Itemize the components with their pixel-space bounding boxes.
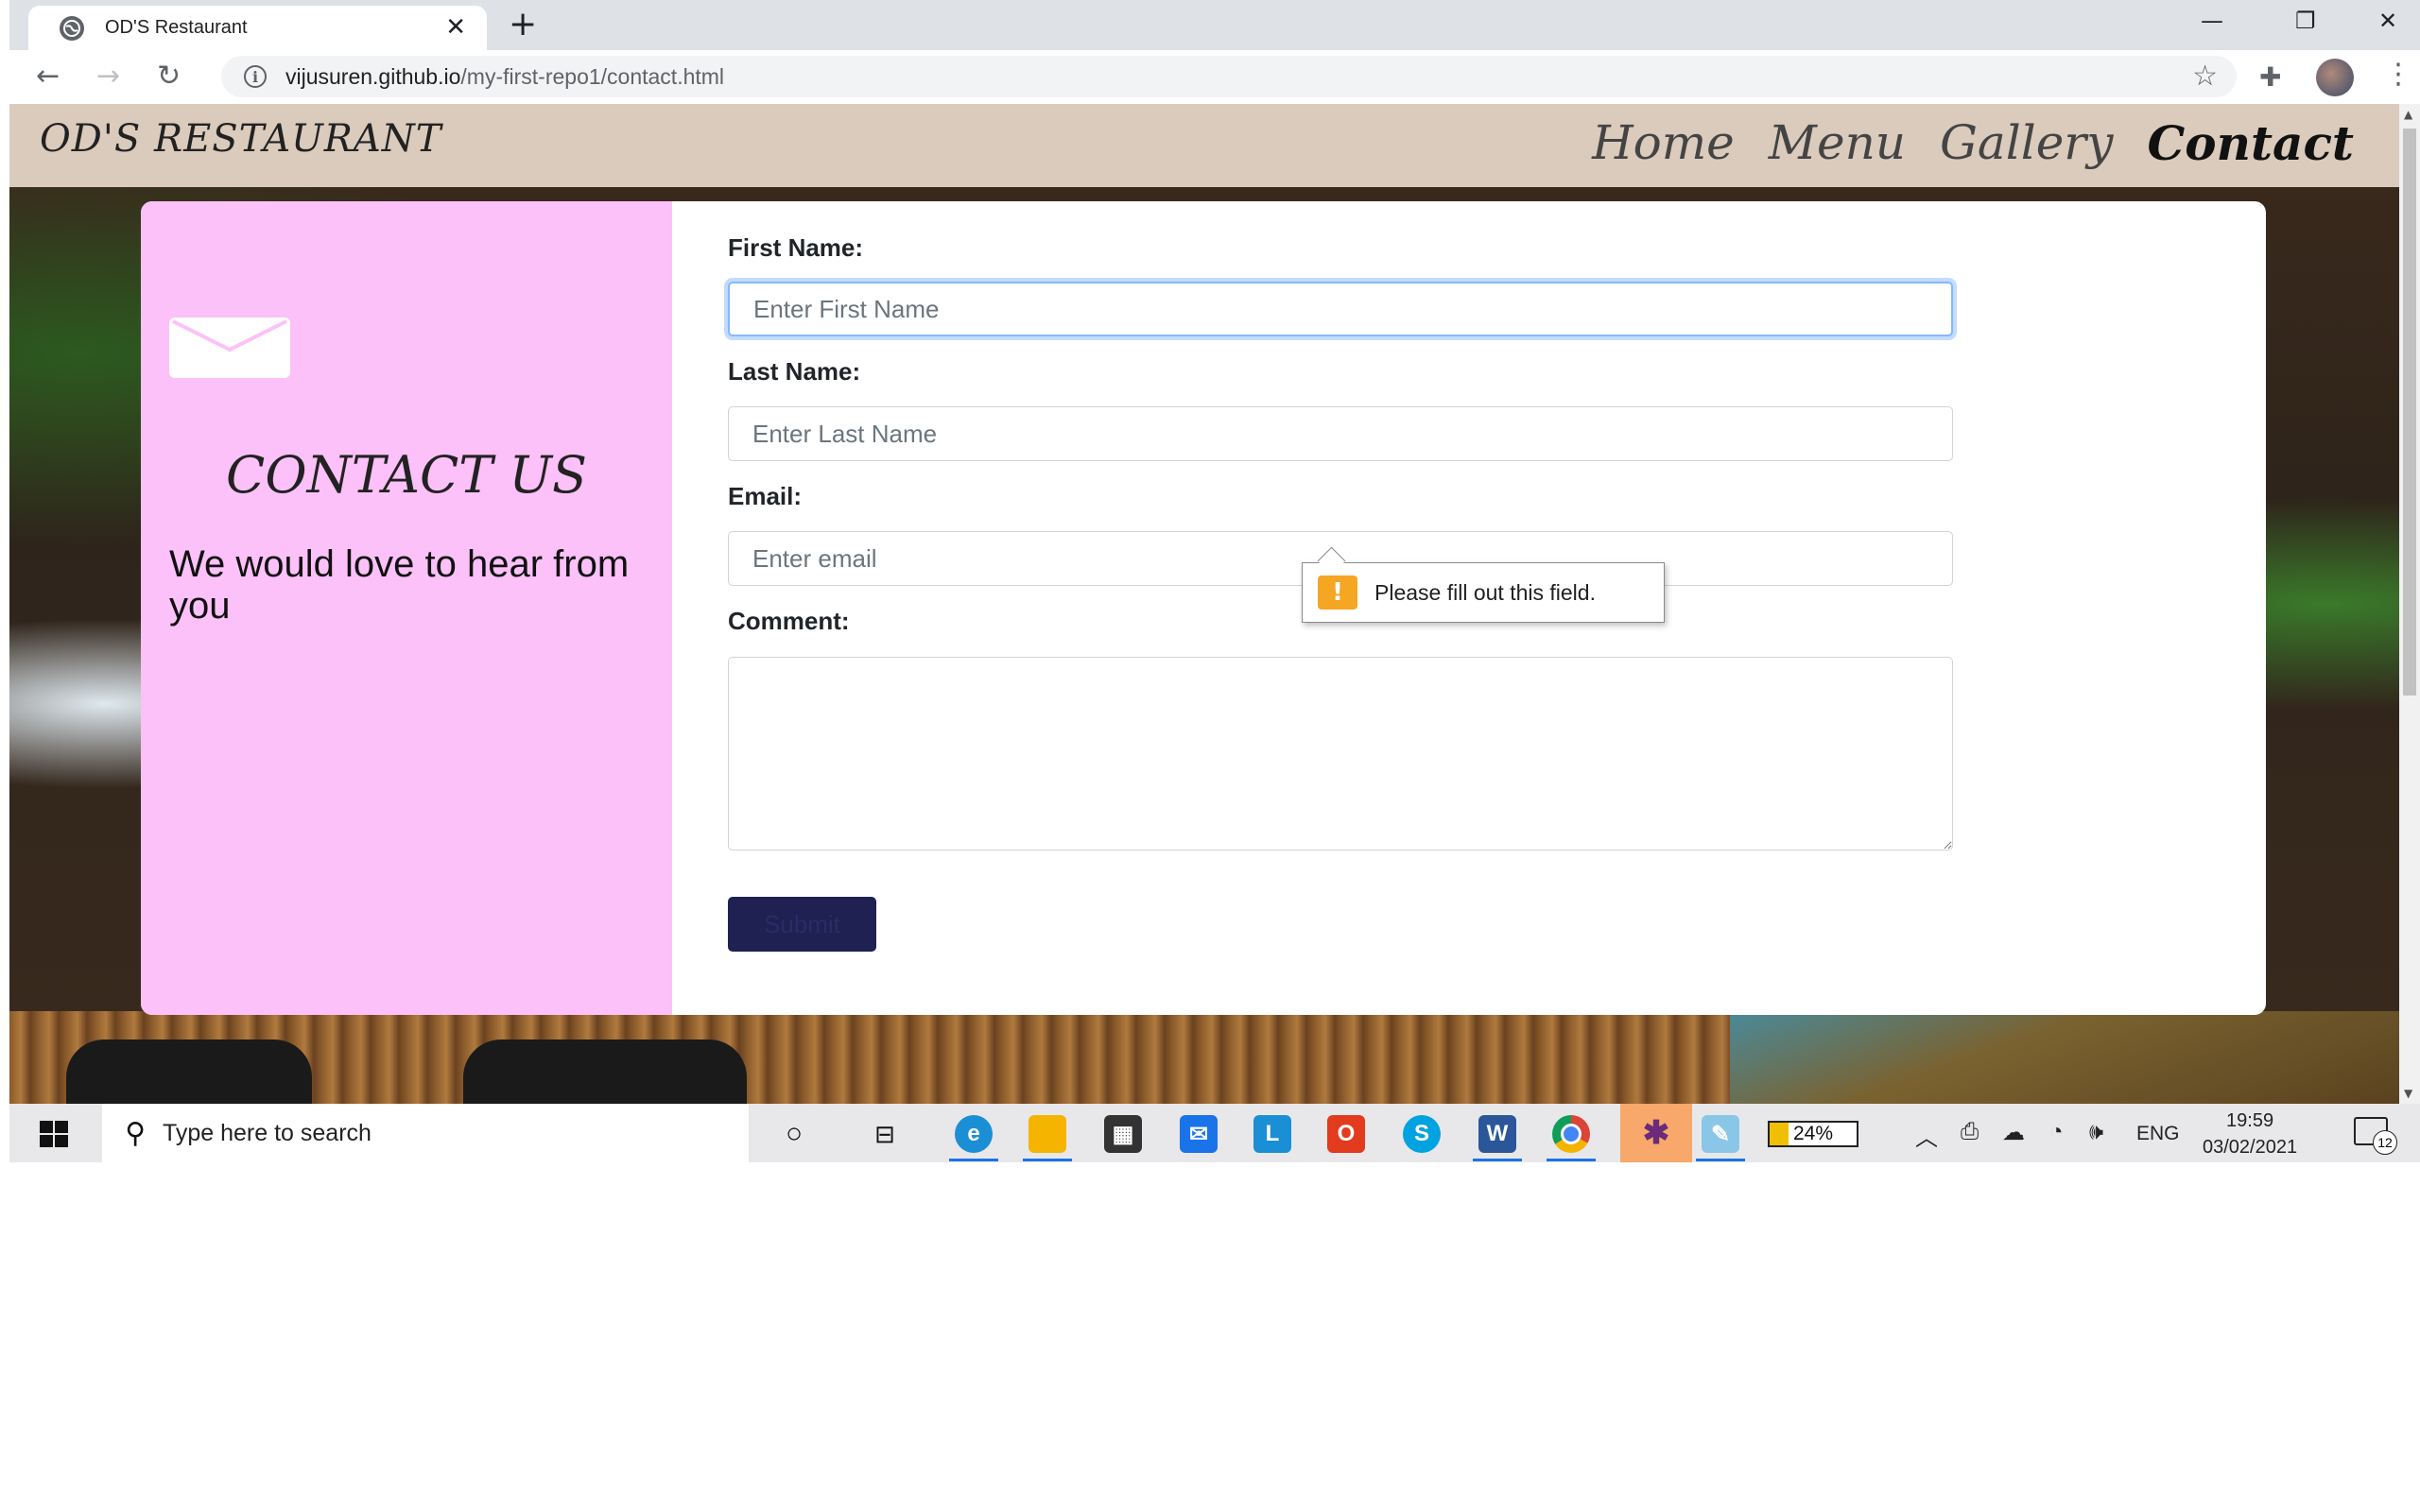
- site-header: OD'S RESTAURANT Home Menu Gallery Contac…: [9, 104, 2399, 187]
- address-bar[interactable]: i vijusuren.github.io/my-first-repo1/con…: [221, 56, 2237, 97]
- word-active-indicator: [1473, 1159, 1522, 1161]
- show-hidden-icons-chevron-icon[interactable]: ︿: [1915, 1119, 1938, 1152]
- clock-date: 03/02/2021: [2203, 1137, 2298, 1158]
- comment-label: Comment:: [728, 607, 850, 635]
- chrome-active-indicator: [1547, 1159, 1596, 1161]
- close-window-button[interactable]: ✕: [2378, 8, 2397, 34]
- comment-textarea[interactable]: [728, 657, 1953, 850]
- edge-active-indicator: [949, 1159, 998, 1161]
- battery-indicator[interactable]: 24%: [1768, 1121, 1858, 1147]
- browser-tab-strip: OD'S Restaurant ✕ + — ❐ ✕: [9, 0, 2420, 50]
- new-tab-button[interactable]: +: [509, 8, 537, 42]
- wifi-icon[interactable]: ◔: [2049, 1119, 2064, 1145]
- nav-menu[interactable]: Menu: [1769, 115, 1906, 171]
- site-nav: Home Menu Gallery Contact: [1592, 115, 2354, 171]
- minimize-button[interactable]: —: [2201, 8, 2223, 34]
- scroll-down-icon[interactable]: ▼: [2404, 1087, 2412, 1100]
- profile-avatar[interactable]: [2316, 59, 2354, 96]
- restore-button[interactable]: ❐: [2295, 8, 2316, 34]
- nav-home[interactable]: Home: [1592, 115, 1735, 171]
- skype-icon[interactable]: S: [1403, 1115, 1441, 1153]
- meet-now-icon[interactable]: ⎙: [1961, 1119, 1979, 1145]
- url-text: vijusuren.github.io/my-first-repo1/conta…: [285, 64, 724, 90]
- language-indicator[interactable]: ENG: [2136, 1123, 2180, 1145]
- search-icon: ⚲: [125, 1116, 146, 1150]
- mail-icon[interactable]: ✉: [1180, 1115, 1218, 1153]
- forward-arrow-icon[interactable]: →: [96, 60, 120, 94]
- windows-start-icon[interactable]: [40, 1121, 68, 1147]
- explorer-active-indicator: [1023, 1159, 1072, 1161]
- taskbar-search-placeholder: Type here to search: [162, 1119, 372, 1146]
- contact-info-panel: CONTACT US We would love to hear from yo…: [141, 201, 672, 1015]
- nav-gallery[interactable]: Gallery: [1940, 115, 2113, 171]
- url-host: vijusuren.github.io: [285, 63, 461, 89]
- tab-title: OD'S Restaurant: [105, 17, 248, 38]
- scroll-up-icon[interactable]: ▲: [2404, 108, 2412, 121]
- edge-icon[interactable]: e: [955, 1115, 993, 1153]
- task-view-icon[interactable]: ⊟: [866, 1115, 904, 1153]
- volume-icon[interactable]: 🕪: [2089, 1119, 2103, 1145]
- onedrive-cloud-icon[interactable]: ☁: [2002, 1119, 2025, 1146]
- contact-title: CONTACT US: [226, 445, 587, 505]
- word-icon[interactable]: W: [1478, 1115, 1516, 1153]
- l-app-icon[interactable]: L: [1253, 1115, 1291, 1153]
- more-menu-icon[interactable]: ⋮: [2384, 58, 2412, 91]
- submit-button[interactable]: Submit: [728, 897, 876, 952]
- paint-active-indicator: [1696, 1159, 1745, 1161]
- notification-count-badge: 12: [2373, 1130, 2397, 1155]
- system-clock[interactable]: 19:59 03/02/2021: [2203, 1108, 2297, 1160]
- background-sofa: [1730, 1011, 2399, 1104]
- store-icon[interactable]: ▦: [1104, 1115, 1142, 1153]
- email-label: Email:: [728, 482, 803, 510]
- warning-icon: !: [1318, 576, 1357, 610]
- validation-message: Please fill out this field.: [1374, 579, 1596, 605]
- file-explorer-icon[interactable]: [1028, 1115, 1066, 1153]
- background-table: [66, 1040, 312, 1104]
- first-name-label: First Name:: [728, 233, 864, 262]
- first-name-input[interactable]: [728, 282, 1953, 336]
- bookmark-star-icon[interactable]: ☆: [2192, 60, 2218, 93]
- slack-icon[interactable]: ✱: [1620, 1104, 1692, 1162]
- windows-taskbar: ⚲ Type here to search ○ ⊟ e ▦ ✉ L O S W …: [9, 1104, 2420, 1162]
- extensions-puzzle-icon[interactable]: ✚: [2259, 61, 2281, 93]
- nav-contact[interactable]: Contact: [2147, 115, 2354, 171]
- contact-card: CONTACT US We would love to hear from yo…: [141, 201, 2266, 1015]
- taskbar-search[interactable]: ⚲ Type here to search: [102, 1104, 749, 1162]
- site-brand[interactable]: OD'S RESTAURANT: [40, 117, 441, 161]
- clock-time: 19:59: [2226, 1110, 2274, 1131]
- close-tab-icon[interactable]: ✕: [445, 15, 466, 40]
- page-scrollbar[interactable]: ▲ ▼: [2399, 104, 2420, 1104]
- envelope-icon: [169, 318, 290, 378]
- last-name-label: Last Name:: [728, 357, 861, 386]
- background-table: [463, 1040, 747, 1104]
- office-icon[interactable]: O: [1327, 1115, 1365, 1153]
- chrome-icon[interactable]: [1552, 1115, 1590, 1153]
- back-arrow-icon[interactable]: ←: [36, 60, 60, 94]
- url-path: /my-first-repo1/contact.html: [460, 63, 725, 89]
- site-info-icon[interactable]: i: [244, 65, 267, 88]
- cortana-icon[interactable]: ○: [775, 1115, 813, 1153]
- battery-percent: 24%: [1792, 1123, 1834, 1144]
- page-viewport: OD'S RESTAURANT Home Menu Gallery Contac…: [9, 104, 2399, 1104]
- scrollbar-thumb[interactable]: [2403, 129, 2416, 696]
- reload-icon[interactable]: ↻: [157, 60, 181, 94]
- globe-icon: [60, 15, 84, 41]
- browser-tab[interactable]: OD'S Restaurant ✕: [28, 6, 487, 50]
- contact-subtitle: We would love to hear from you: [169, 543, 630, 627]
- last-name-input[interactable]: [728, 406, 1953, 461]
- validation-tooltip: ! Please fill out this field.: [1302, 562, 1665, 623]
- paint-icon[interactable]: ✎: [1702, 1115, 1739, 1153]
- browser-toolbar: ← → ↻ i vijusuren.github.io/my-first-rep…: [9, 50, 2420, 104]
